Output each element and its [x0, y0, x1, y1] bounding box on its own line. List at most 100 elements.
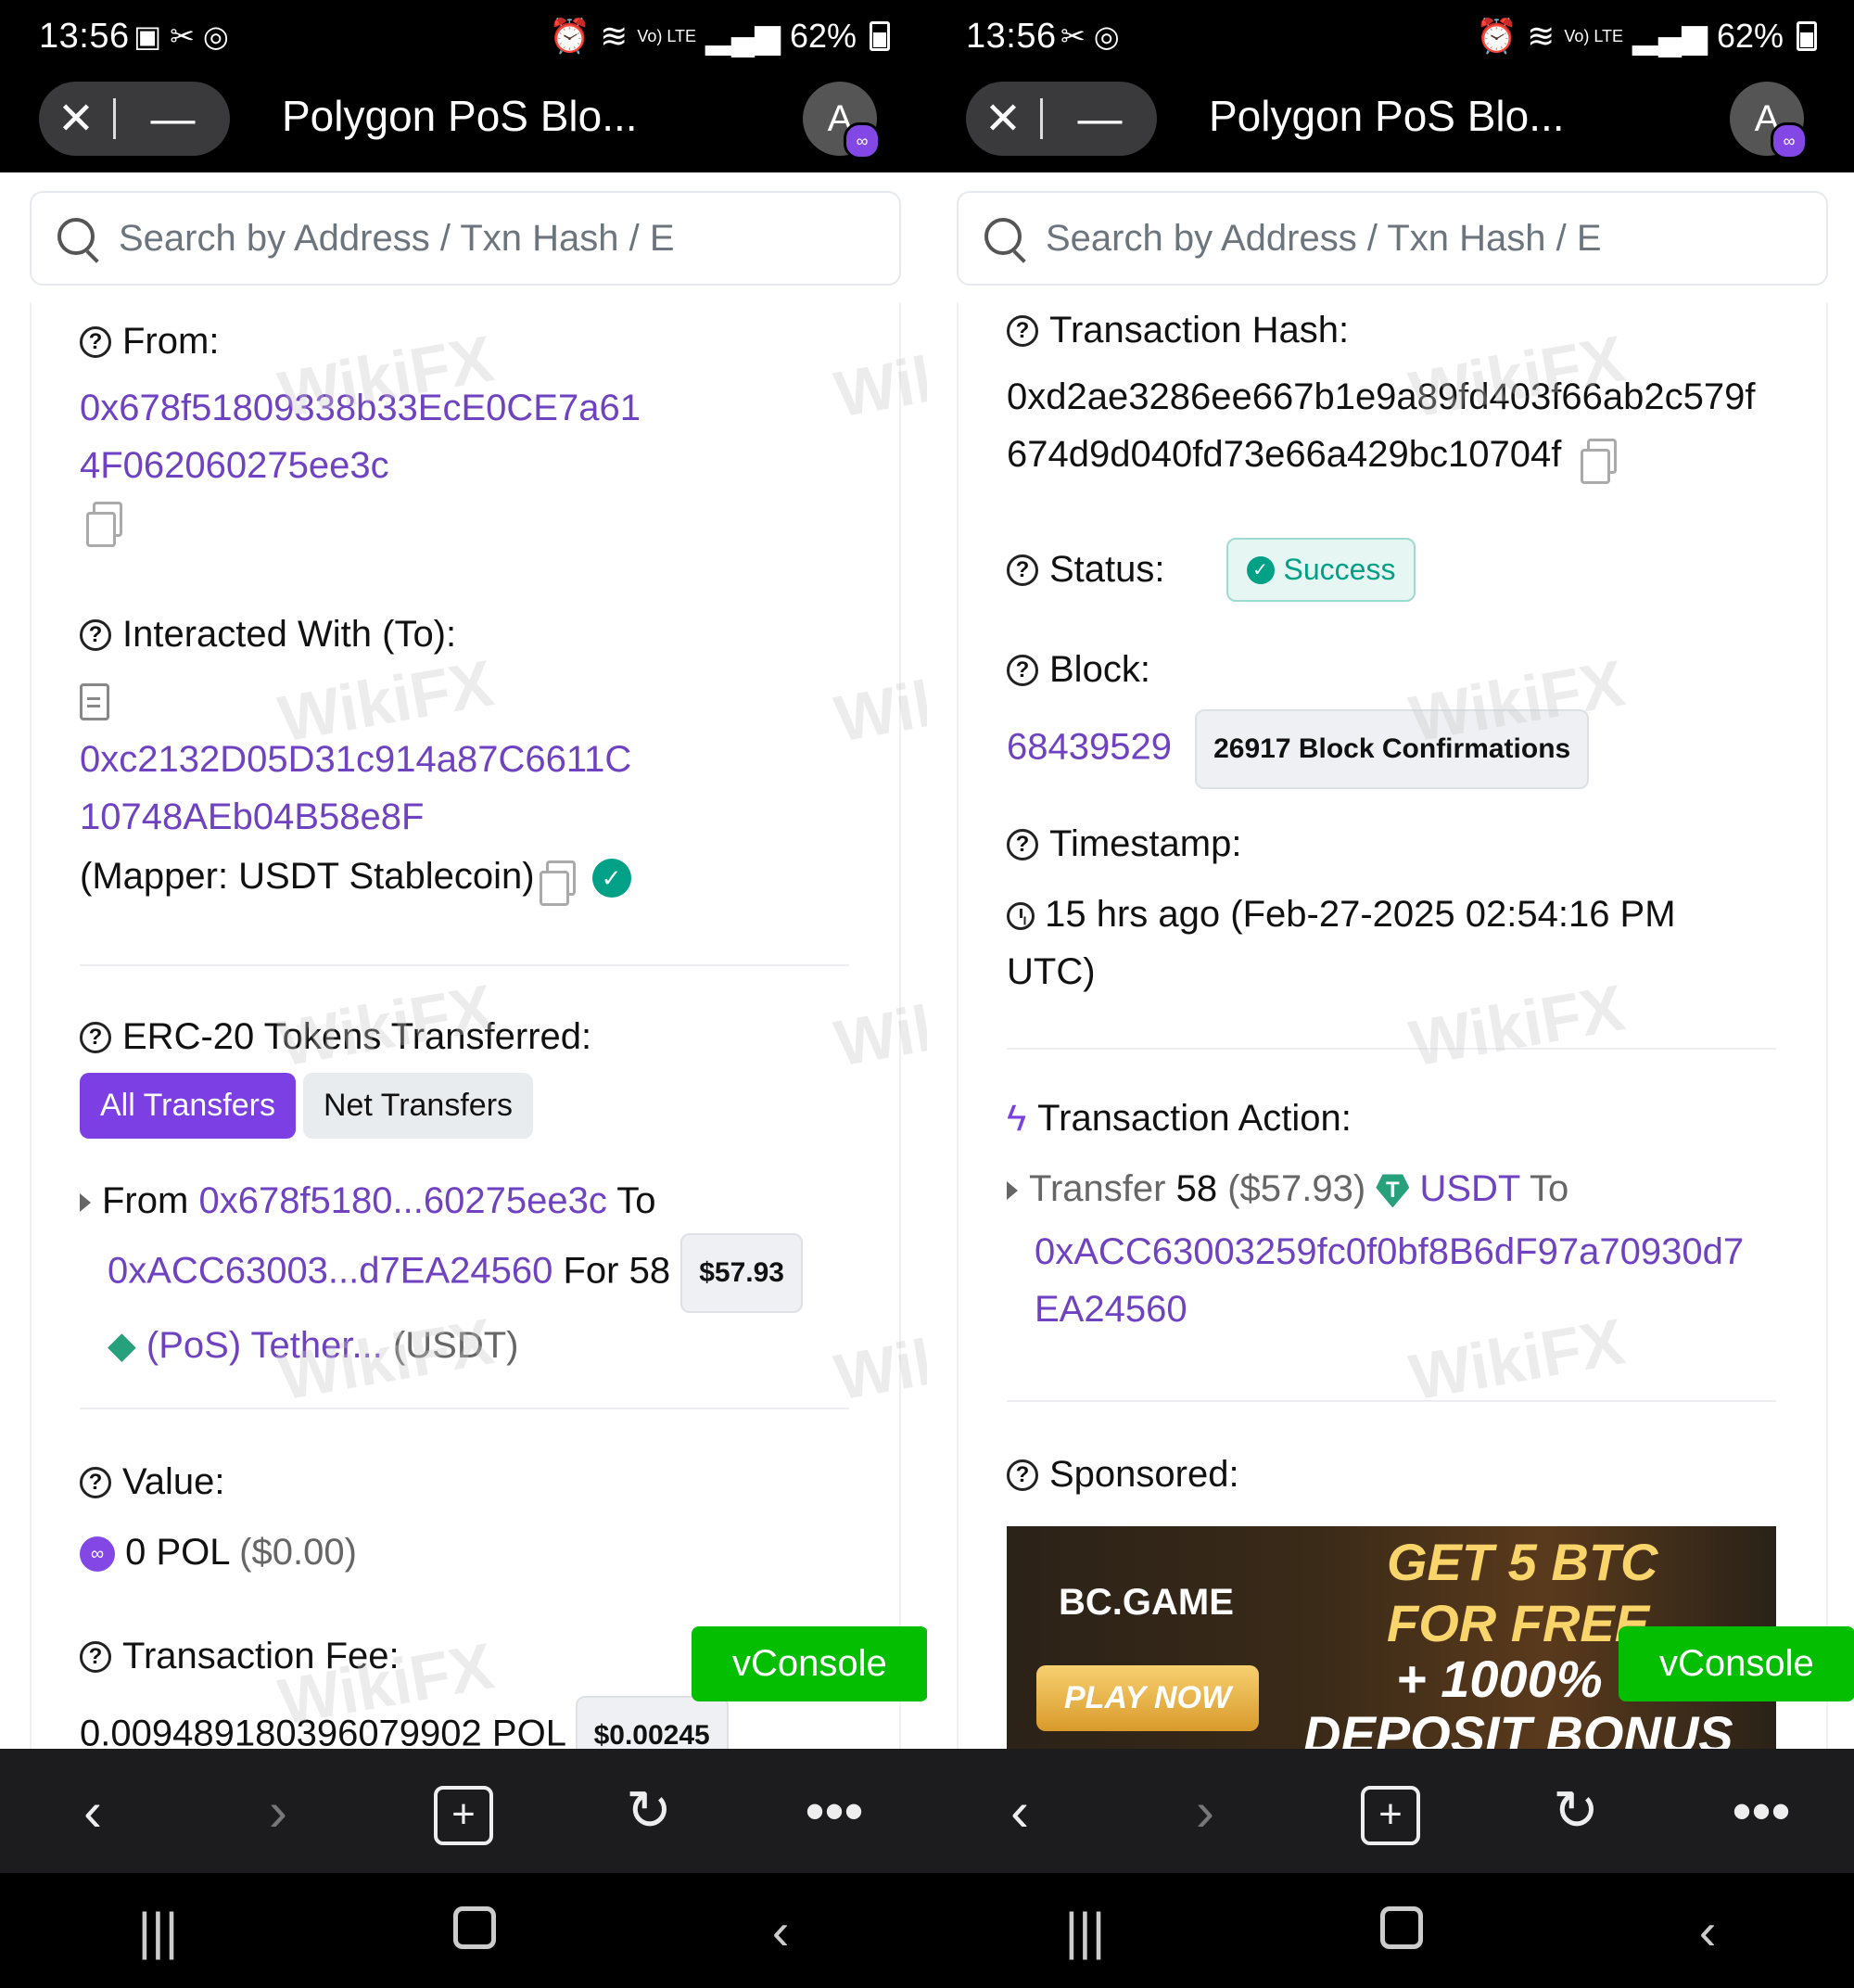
lightning-icon: ϟ	[1007, 1098, 1027, 1139]
erc20-section: ? ERC-20 Tokens Transferred: All Transfer…	[80, 1016, 877, 1374]
copy-icon[interactable]	[86, 502, 122, 547]
status-badge: ✓ Success	[1225, 538, 1416, 602]
help-icon[interactable]: ?	[1007, 554, 1038, 586]
expand-triangle-icon[interactable]	[1007, 1181, 1018, 1201]
reload-button[interactable]: ↻	[593, 1778, 705, 1843]
from-word: From	[102, 1180, 189, 1221]
status-value: Success	[1283, 553, 1396, 586]
close-tab-button[interactable]: ✕	[966, 93, 1040, 145]
link-badge-icon: ∞	[844, 122, 881, 159]
transfer-from-link[interactable]: 0x678f5180...60275ee3c	[198, 1180, 606, 1221]
token-symbol: (USDT)	[392, 1325, 519, 1366]
avatar[interactable]: A ∞	[803, 82, 881, 159]
home-button[interactable]	[1380, 1901, 1424, 1961]
new-tab-button[interactable]: +	[1335, 1777, 1446, 1845]
signal-text: Vo) LTE	[637, 26, 697, 45]
copy-icon[interactable]	[539, 860, 576, 907]
transfer-to-link[interactable]: 0xACC63003...d7EA24560	[108, 1251, 552, 1292]
help-icon[interactable]: ?	[80, 618, 111, 651]
search-bar[interactable]: Search by Address / Txn Hash / E	[30, 191, 901, 286]
wifi-icon: ≋	[600, 17, 629, 55]
value-usd: ($0.00)	[239, 1532, 357, 1573]
fee-label: Transaction Fee:	[122, 1636, 400, 1676]
page-title: Polygon PoS Blo...	[282, 92, 638, 140]
help-icon[interactable]: ?	[1007, 1459, 1038, 1491]
action-to-word: To	[1530, 1168, 1569, 1209]
action-section: ϟ Transaction Action: Transfer 58 ($57.93…	[1007, 1098, 1804, 1338]
ad-headline-2: FOR FREE	[1387, 1594, 1650, 1652]
search-icon	[984, 218, 1025, 259]
avatar[interactable]: A ∞	[1730, 82, 1808, 159]
page-title: Polygon PoS Blo...	[1209, 92, 1565, 140]
to-section: ? Interacted With (To): 0xc2132D05D31c914…	[80, 614, 877, 907]
expand-triangle-icon[interactable]	[80, 1193, 91, 1213]
help-icon[interactable]: ?	[80, 325, 111, 358]
system-back-button[interactable]: ‹	[1699, 1901, 1717, 1961]
help-icon[interactable]: ?	[1007, 654, 1038, 686]
back-button[interactable]: ‹	[37, 1779, 148, 1843]
transaction-details-right: ? Transaction Hash: 0xd2ae3286ee667b1e9a8…	[927, 302, 1854, 1749]
hash-section: ? Transaction Hash: 0xd2ae3286ee667b1e9a8…	[1007, 310, 1804, 485]
help-icon[interactable]: ?	[1007, 828, 1038, 860]
pol-token-icon: ∞	[80, 1536, 115, 1573]
left-phone-screen: 13:56 ▣ ✂ ◎ ⏰ ≋ Vo) LTE ▂▄▆ 62% ✕ — Poly…	[0, 0, 927, 1988]
action-usd: ($57.93)	[1227, 1168, 1366, 1209]
for-word: For	[563, 1250, 619, 1292]
alarm-icon: ⏰	[549, 17, 591, 55]
all-transfers-tab[interactable]: All Transfers	[80, 1073, 296, 1139]
home-button[interactable]	[453, 1901, 497, 1961]
forward-button[interactable]: ›	[1149, 1779, 1261, 1843]
search-input[interactable]: Search by Address / Txn Hash / E	[1046, 218, 1787, 260]
new-tab-button[interactable]: +	[408, 1777, 519, 1845]
action-to-address-link[interactable]: 0xACC63003259fc0f0bf8B6dF97a70930d7EA245…	[1007, 1223, 1767, 1338]
more-menu-button[interactable]: •••	[1706, 1779, 1817, 1843]
recents-button[interactable]: |||	[138, 1901, 179, 1961]
ad-play-now-button[interactable]: PLAY NOW	[1036, 1665, 1260, 1731]
tab-controls: ✕ —	[966, 82, 1157, 156]
to-label: Interacted With (To):	[122, 614, 457, 655]
battery-icon	[1797, 21, 1817, 51]
battery-percent: 62%	[789, 17, 857, 55]
vconsole-button[interactable]: vConsole	[692, 1626, 927, 1701]
from-address-link[interactable]: 0x678f51809338b33EcE0CE7a614F062060275ee…	[80, 379, 645, 494]
to-word: To	[616, 1180, 656, 1221]
timestamp-label: Timestamp:	[1049, 823, 1242, 864]
system-back-button[interactable]: ‹	[772, 1901, 790, 1961]
action-token-link[interactable]: USDT	[1419, 1168, 1519, 1209]
verified-check-icon: ✓	[591, 859, 631, 898]
browser-toolbar: ‹ › + ↻ •••	[927, 1749, 1854, 1873]
close-tab-button[interactable]: ✕	[39, 93, 113, 145]
token-name-link[interactable]: (PoS) Tether...	[146, 1325, 383, 1366]
copy-icon[interactable]	[1581, 439, 1618, 485]
forward-button[interactable]: ›	[222, 1779, 334, 1843]
token-gem-icon: ◆	[108, 1325, 136, 1366]
divider	[80, 964, 849, 966]
to-address-link[interactable]: 0xc2132D05D31c914a87C6611C10748AEb04B58e…	[80, 731, 645, 846]
help-icon[interactable]: ?	[80, 1466, 111, 1498]
status-label: Status:	[1049, 549, 1165, 590]
net-transfers-tab[interactable]: Net Transfers	[302, 1073, 534, 1139]
vconsole-button[interactable]: vConsole	[1619, 1626, 1854, 1701]
hash-label: Transaction Hash:	[1049, 310, 1350, 350]
fee-amount: 0.009489180396079902 POL	[80, 1713, 565, 1749]
help-icon[interactable]: ?	[1007, 314, 1038, 347]
more-menu-button[interactable]: •••	[779, 1779, 890, 1843]
back-button[interactable]: ‹	[964, 1779, 1075, 1843]
search-bar[interactable]: Search by Address / Txn Hash / E	[957, 191, 1828, 286]
minimize-button[interactable]: —	[116, 94, 230, 145]
timestamp-value: 15 hrs ago (Feb-27-2025 02:54:16 PM UTC)	[1007, 894, 1676, 992]
mapper-note: (Mapper: USDT Stablecoin)	[80, 856, 535, 897]
recents-button[interactable]: |||	[1065, 1901, 1106, 1961]
help-icon[interactable]: ?	[80, 1640, 111, 1673]
search-input[interactable]: Search by Address / Txn Hash / E	[119, 218, 860, 260]
help-icon[interactable]: ?	[80, 1021, 111, 1053]
block-number-link[interactable]: 68439529	[1007, 727, 1172, 768]
status-and-title-bar: 13:56 ✂ ◎ ⏰ ≋ Vo) LTE ▂▄▆ 62% ✕ — Polygo…	[927, 0, 1854, 172]
minimize-button[interactable]: —	[1043, 94, 1157, 145]
sponsored-section: ? Sponsored:	[1007, 1454, 1804, 1496]
tether-icon: T	[1376, 1174, 1410, 1208]
system-navigation-bar: ||| ‹	[0, 1873, 927, 1988]
block-confirmations-badge: 26917 Block Confirmations	[1195, 709, 1590, 789]
details-card: ? Transaction Hash: 0xd2ae3286ee667b1e9a8…	[957, 302, 1828, 1749]
reload-button[interactable]: ↻	[1520, 1778, 1632, 1843]
